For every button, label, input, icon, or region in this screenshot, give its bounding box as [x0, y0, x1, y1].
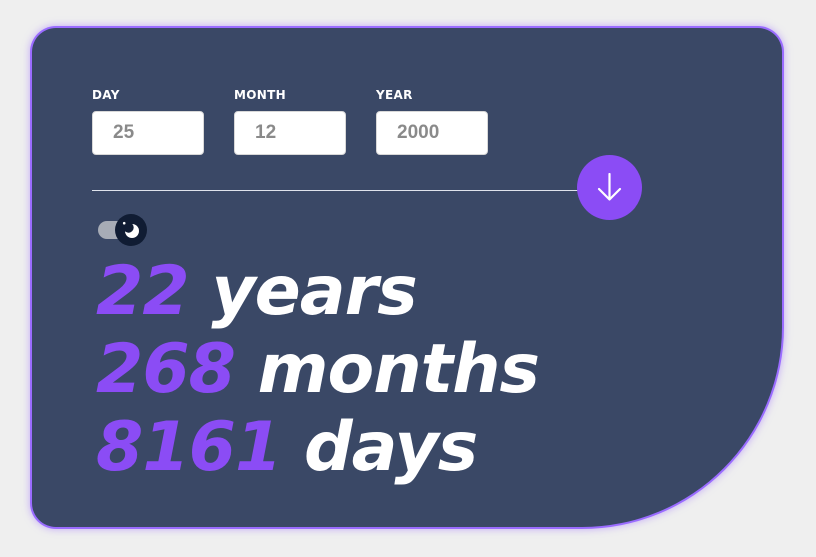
years-value: 22	[96, 252, 190, 331]
month-input[interactable]	[234, 111, 346, 155]
result-years: 22 years	[96, 252, 418, 331]
theme-toggle[interactable]	[98, 213, 150, 247]
days-label: days	[303, 408, 478, 487]
months-value: 268	[96, 330, 236, 409]
year-label: YEAR	[376, 88, 413, 102]
months-label: months	[257, 330, 540, 409]
years-label: years	[211, 252, 417, 331]
moon-icon	[122, 221, 139, 238]
month-label: MONTH	[234, 88, 286, 102]
arrow-down-icon	[597, 173, 622, 201]
day-input[interactable]	[92, 111, 204, 155]
days-value: 8161	[96, 408, 282, 487]
toggle-knob	[115, 214, 147, 246]
calculate-button[interactable]	[577, 155, 642, 220]
divider	[92, 190, 582, 191]
result-months: 268 months	[96, 330, 540, 409]
day-label: DAY	[92, 88, 120, 102]
year-input[interactable]	[376, 111, 488, 155]
age-calculator-card: DAY MONTH YEAR 22 years 268 months 8161 …	[32, 28, 782, 527]
result-days: 8161 days	[96, 408, 478, 487]
